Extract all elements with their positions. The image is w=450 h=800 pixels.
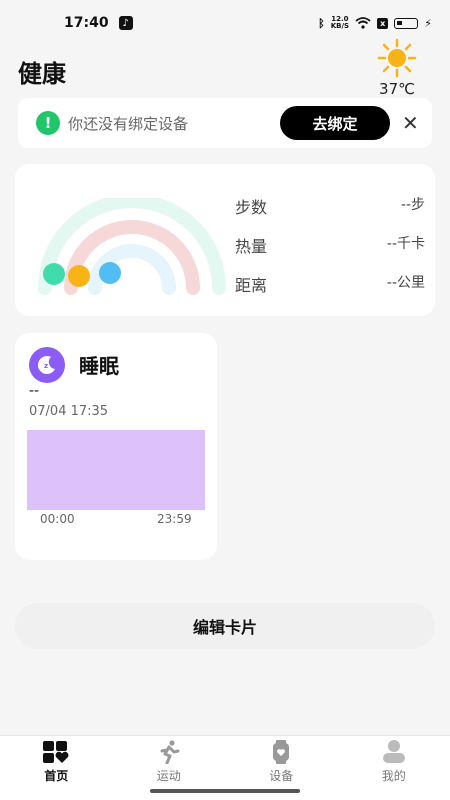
net-speed: 12.0 KB/S (330, 15, 350, 30)
page-title: 健康 (18, 60, 66, 88)
sleep-chart (27, 430, 205, 510)
sleep-axis-end: 23:59 (157, 512, 192, 526)
nav-home[interactable]: 首页 (0, 736, 113, 800)
status-icons: ᛒ 12.0 KB/S x ⚡ (318, 16, 432, 30)
profile-icon (382, 740, 405, 763)
home-icon (43, 741, 69, 763)
watch-icon (273, 740, 290, 764)
temperature: 37℃ (379, 80, 415, 98)
calories-dot (68, 265, 90, 287)
stat-distance: 距离 --公里 (235, 275, 425, 295)
sleep-title: 睡眠 (79, 354, 119, 378)
status-time: 17:40 (64, 15, 109, 31)
sleep-value: -- (29, 383, 40, 399)
weather-widget[interactable]: 37℃ (374, 38, 420, 98)
bind-device-button[interactable]: 去绑定 (280, 106, 390, 140)
activity-card[interactable]: 步数 --步 热量 --千卡 距离 --公里 (15, 164, 435, 316)
sleep-datetime: 07/04 17:35 (29, 404, 109, 419)
edit-cards-button[interactable]: 编辑卡片 (15, 603, 435, 649)
sleep-axis-start: 00:00 (40, 512, 75, 526)
svg-text:z: z (44, 362, 48, 370)
activity-rings-graphic (38, 198, 226, 295)
stat-calories: 热量 --千卡 (235, 236, 425, 256)
bluetooth-icon: ᛒ (318, 16, 325, 30)
sleep-card[interactable]: z 睡眠 -- 07/04 17:35 00:00 23:59 (15, 333, 217, 560)
close-icon[interactable]: ✕ (402, 111, 419, 135)
nav-profile[interactable]: 我的 (338, 736, 450, 800)
charging-icon: ⚡ (424, 16, 432, 30)
moon-icon: z (29, 347, 65, 383)
sun-icon (377, 38, 417, 78)
sim-badge: x (377, 17, 389, 29)
alert-icon: ! (36, 111, 60, 135)
steps-dot (43, 263, 65, 285)
bind-device-banner: ! 你还没有绑定设备 去绑定 ✕ (18, 98, 432, 148)
stat-steps: 步数 --步 (235, 197, 425, 217)
running-icon (160, 740, 180, 764)
battery-icon (394, 17, 419, 29)
bind-device-text: 你还没有绑定设备 (68, 114, 189, 133)
wifi-icon (355, 17, 371, 29)
tiktok-icon: ♪ (118, 16, 133, 30)
distance-dot (99, 262, 121, 284)
home-indicator (150, 789, 300, 793)
